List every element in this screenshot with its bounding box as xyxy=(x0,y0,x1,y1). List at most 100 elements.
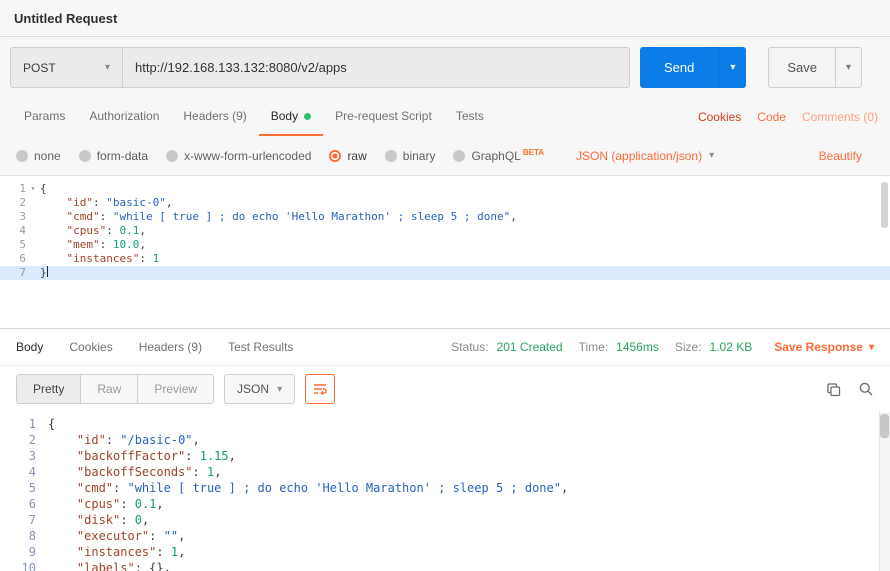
radio-label: form-data xyxy=(97,149,148,163)
response-body-viewer[interactable]: 1{2 "id": "/basic-0",3 "backoffFactor": … xyxy=(0,412,890,571)
code-line[interactable]: 5 "cmd": "while [ true ] ; do echo 'Hell… xyxy=(0,480,890,496)
copy-response-button[interactable] xyxy=(825,381,842,398)
comments-link[interactable]: Comments (0) xyxy=(802,110,878,124)
code-line[interactable]: 4 "backoffSeconds": 1, xyxy=(0,464,890,480)
fold-gutter xyxy=(36,496,48,512)
radio-icon xyxy=(453,150,465,162)
code-line[interactable]: 3 "backoffFactor": 1.15, xyxy=(0,448,890,464)
tab-authorization[interactable]: Authorization xyxy=(77,98,171,136)
line-number: 4 xyxy=(0,224,26,238)
content-type-select[interactable]: JSON (application/json) ▾ xyxy=(576,149,714,163)
code-text: "instances": 1 xyxy=(40,252,890,266)
response-tab-body[interactable]: Body xyxy=(16,340,43,354)
code-text: "executor": "", xyxy=(48,528,890,544)
fold-gutter xyxy=(36,480,48,496)
code-line[interactable]: 2 "id": "basic-0", xyxy=(0,196,890,210)
request-body-editor[interactable]: 1▾{2 "id": "basic-0",3 "cmd": "while [ t… xyxy=(0,176,890,329)
response-tab-test-results[interactable]: Test Results xyxy=(228,340,293,354)
line-number: 7 xyxy=(0,512,36,528)
code-line[interactable]: 4 "cpus": 0.1, xyxy=(0,224,890,238)
tab-body[interactable]: Body xyxy=(259,98,323,136)
code-line[interactable]: 7 "disk": 0, xyxy=(0,512,890,528)
response-section: Body Cookies Headers (9) Test Results St… xyxy=(0,329,890,571)
line-number: 2 xyxy=(0,432,36,448)
code-line[interactable]: 6 "instances": 1 xyxy=(0,252,890,266)
tab-headers[interactable]: Headers (9) xyxy=(171,98,258,136)
code-line[interactable]: 8 "executor": "", xyxy=(0,528,890,544)
tab-body-label: Body xyxy=(271,109,298,123)
save-response-button[interactable]: Save Response ▾ xyxy=(774,340,874,354)
response-language-select[interactable]: JSON ▾ xyxy=(224,374,295,404)
response-tab-headers[interactable]: Headers (9) xyxy=(139,340,202,354)
code-line[interactable]: 2 "id": "/basic-0", xyxy=(0,432,890,448)
fold-gutter xyxy=(36,416,48,432)
code-line[interactable]: 10 "labels": {}, xyxy=(0,560,890,571)
cookies-link[interactable]: Cookies xyxy=(698,110,741,124)
view-preview-button[interactable]: Preview xyxy=(138,375,213,403)
view-mode-group: Pretty Raw Preview xyxy=(16,374,214,404)
code-line[interactable]: 1{ xyxy=(0,416,890,432)
code-link[interactable]: Code xyxy=(757,110,786,124)
tab-pre-request-script[interactable]: Pre-request Script xyxy=(323,98,444,136)
fold-arrow-icon[interactable]: ▾ xyxy=(26,182,40,196)
radio-form-data[interactable]: form-data xyxy=(79,149,148,163)
copy-icon xyxy=(825,381,842,398)
search-response-button[interactable] xyxy=(858,381,874,397)
radio-x-www-form-urlencoded[interactable]: x-www-form-urlencoded xyxy=(166,149,311,163)
code-text: "cmd": "while [ true ] ; do echo 'Hello … xyxy=(48,480,890,496)
radio-binary[interactable]: binary xyxy=(385,149,436,163)
line-number: 3 xyxy=(0,448,36,464)
line-number: 1 xyxy=(0,416,36,432)
line-number: 5 xyxy=(0,480,36,496)
method-label: POST xyxy=(23,61,56,75)
response-scrollbar-thumb[interactable] xyxy=(880,414,889,438)
radio-none[interactable]: none xyxy=(16,149,61,163)
size-label: Size: xyxy=(675,340,702,354)
radio-raw[interactable]: raw xyxy=(329,149,366,163)
content-type-label: JSON (application/json) xyxy=(576,149,702,163)
radio-label: binary xyxy=(403,149,436,163)
tab-params[interactable]: Params xyxy=(12,98,77,136)
response-meta: Status: 201 Created Time: 1456ms Size: 1… xyxy=(451,340,874,354)
send-button-group: Send ▾ xyxy=(640,47,746,88)
code-line[interactable]: 6 "cpus": 0.1, xyxy=(0,496,890,512)
send-button[interactable]: Send xyxy=(640,47,718,88)
fold-gutter xyxy=(36,512,48,528)
radio-label: x-www-form-urlencoded xyxy=(184,149,311,163)
code-line[interactable]: 3 "cmd": "while [ true ] ; do echo 'Hell… xyxy=(0,210,890,224)
code-text: "labels": {}, xyxy=(48,560,890,571)
save-button[interactable]: Save xyxy=(768,47,836,88)
code-text: "cpus": 0.1, xyxy=(48,496,890,512)
tab-tests[interactable]: Tests xyxy=(444,98,496,136)
line-number: 2 xyxy=(0,196,26,210)
code-text: "id": "/basic-0", xyxy=(48,432,890,448)
fold-gutter xyxy=(36,448,48,464)
time-label: Time: xyxy=(579,340,609,354)
response-tab-cookies[interactable]: Cookies xyxy=(69,340,112,354)
send-dropdown-button[interactable]: ▾ xyxy=(718,47,746,88)
code-text: "instances": 1, xyxy=(48,544,890,560)
request-tabs-row: Params Authorization Headers (9) Body Pr… xyxy=(0,98,890,136)
view-pretty-button[interactable]: Pretty xyxy=(17,375,81,403)
code-line[interactable]: 9 "instances": 1, xyxy=(0,544,890,560)
code-text: "backoffSeconds": 1, xyxy=(48,464,890,480)
response-toolbar-right xyxy=(825,381,874,398)
method-select[interactable]: POST ▾ xyxy=(11,48,123,87)
wrap-text-button[interactable] xyxy=(305,374,335,404)
fold-gutter xyxy=(36,560,48,571)
code-text: { xyxy=(48,416,890,432)
code-line[interactable]: 5 "mem": 10.0, xyxy=(0,238,890,252)
radio-icon xyxy=(385,150,397,162)
editor-scrollbar[interactable] xyxy=(881,182,888,228)
response-tabs: Body Cookies Headers (9) Test Results xyxy=(16,340,293,354)
save-dropdown-button[interactable]: ▾ xyxy=(836,47,862,88)
code-text: "id": "basic-0", xyxy=(40,196,890,210)
radio-graphql[interactable]: GraphQLBETA xyxy=(453,148,544,163)
view-raw-button[interactable]: Raw xyxy=(81,375,138,403)
beautify-link[interactable]: Beautify xyxy=(819,149,862,163)
body-type-row: none form-data x-www-form-urlencoded raw… xyxy=(0,136,890,176)
url-input[interactable] xyxy=(123,48,629,87)
line-number: 6 xyxy=(0,252,26,266)
code-line[interactable]: 1▾{ xyxy=(0,182,890,196)
code-line[interactable]: 7} xyxy=(0,266,890,280)
